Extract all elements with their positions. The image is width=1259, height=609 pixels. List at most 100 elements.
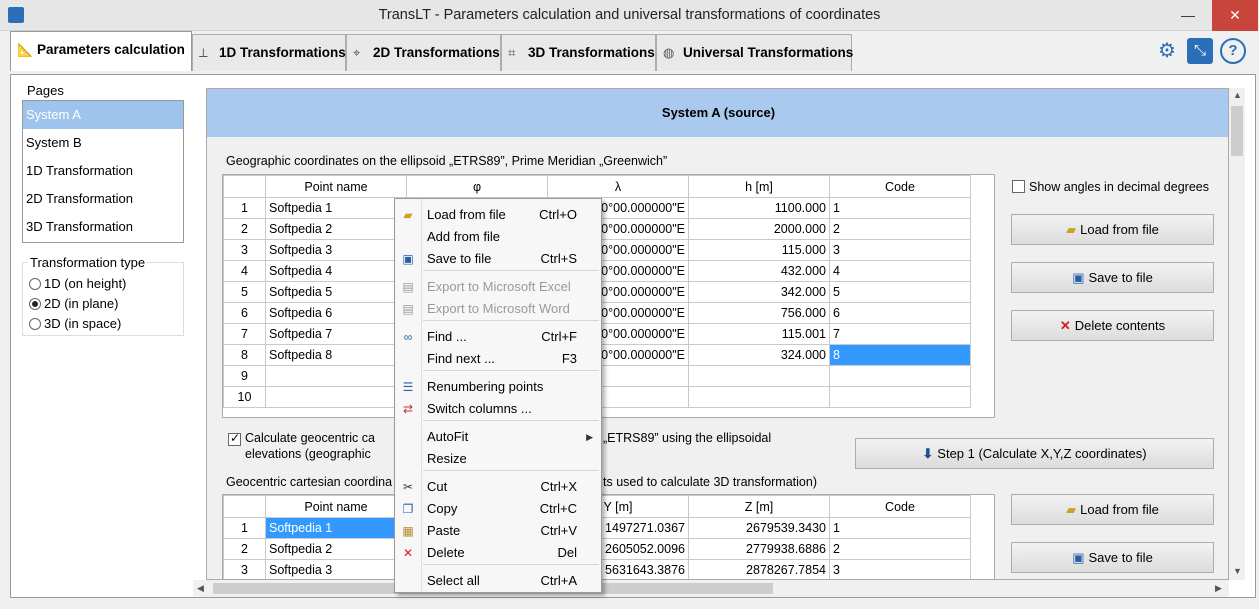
menu-item-select-all[interactable]: Select all Ctrl+A	[395, 570, 601, 592]
table-cell[interactable]: 8	[829, 344, 971, 366]
menu-item-load-from-file[interactable]: ▰ Load from file Ctrl+O	[395, 204, 601, 226]
table-cell[interactable]: 10	[223, 386, 266, 408]
radio-2d[interactable]: 2D (in plane)	[29, 296, 118, 311]
save-to-file-button[interactable]: ▣ Save to file	[1011, 262, 1214, 293]
table-cell[interactable]: 1	[829, 197, 971, 219]
table-cell[interactable]: 756.000	[688, 302, 830, 324]
table-cell[interactable]: 2	[829, 538, 971, 560]
table-cell[interactable]: Softpedia 1	[265, 197, 407, 219]
table-cell[interactable]: 2878267.7854	[688, 559, 830, 579]
radio-1d[interactable]: 1D (on height)	[29, 276, 126, 291]
table-cell[interactable]: 2679539.3430	[688, 517, 830, 539]
scroll-thumb[interactable]	[1231, 106, 1243, 156]
cartesian-grid[interactable]: Point name Y [m] Z [m] Code 1 Softpedia 1…	[222, 494, 995, 579]
gear-icon[interactable]: ⚙	[1153, 37, 1181, 65]
tab-parameters-calculation[interactable]: 📐 Parameters calculation	[10, 31, 192, 71]
menu-item-export-to-microsoft-word[interactable]: ▤ Export to Microsoft Word	[395, 298, 601, 320]
table-cell[interactable]: 7	[223, 323, 266, 345]
table-cell[interactable]: 4	[223, 260, 266, 282]
horizontal-scrollbar[interactable]: ◀ ▶	[193, 580, 1229, 597]
scroll-up-icon[interactable]: ▲	[1233, 90, 1242, 100]
scroll-left-icon[interactable]: ◀	[197, 583, 204, 594]
menu-item-switch-columns[interactable]: ⇄ Switch columns ...	[395, 398, 601, 420]
table-cell[interactable]: 6	[223, 302, 266, 324]
table-cell[interactable]: 3	[223, 559, 266, 579]
page-item-3d-transformation[interactable]: 3D Transformation	[23, 213, 183, 241]
table-cell[interactable]: 3	[829, 559, 971, 579]
delete-contents-button[interactable]: ✕ Delete contents	[1011, 310, 1214, 341]
table-cell[interactable]: 2000.000	[688, 218, 830, 240]
table-cell[interactable]: 5	[829, 281, 971, 303]
load-from-file-button-2[interactable]: ▰ Load from file	[1011, 494, 1214, 525]
table-cell[interactable]: 6	[829, 302, 971, 324]
menu-item-renumbering-points[interactable]: ☰ Renumbering points	[395, 376, 601, 398]
close-button[interactable]: ✕	[1212, 0, 1258, 31]
table-cell[interactable]: Softpedia 3	[265, 239, 407, 261]
table-cell[interactable]: 115.001	[688, 323, 830, 345]
table-cell[interactable]: 8	[223, 344, 266, 366]
radio-3d[interactable]: 3D (in space)	[29, 316, 121, 331]
calc-geocentric-checkbox[interactable]: Calculate geocentric ca	[228, 431, 375, 446]
table-cell[interactable]: 324.000	[688, 344, 830, 366]
tab-1d-transformations[interactable]: ⟂ 1D Transformations	[192, 34, 346, 71]
table-cell[interactable]: Softpedia 6	[265, 302, 407, 324]
table-cell[interactable]: 342.000	[688, 281, 830, 303]
menu-item-cut[interactable]: ✂ Cut Ctrl+X	[395, 476, 601, 498]
table-cell[interactable]: 7	[829, 323, 971, 345]
table-cell[interactable]: 3	[829, 239, 971, 261]
minimize-button[interactable]: —	[1165, 0, 1211, 31]
table-cell[interactable]: Softpedia 4	[265, 260, 407, 282]
pages-list[interactable]: System A System B 1D Transformation 2D T…	[22, 100, 184, 243]
menu-item-paste[interactable]: ▦ Paste Ctrl+V	[395, 520, 601, 542]
table-cell[interactable]: Softpedia 5	[265, 281, 407, 303]
table-cell[interactable]	[688, 386, 830, 408]
geographic-grid[interactable]: Point name φ λ h [m] Code 1 Softpedia 1 00…	[222, 174, 995, 418]
tab-universal-transformations[interactable]: ◍ Universal Transformations	[656, 34, 853, 71]
table-cell[interactable]	[829, 386, 971, 408]
table-cell[interactable]	[265, 365, 407, 387]
table-cell[interactable]: 2	[223, 538, 266, 560]
table-cell[interactable]: 3	[223, 239, 266, 261]
table-cell[interactable]: 1	[223, 517, 266, 539]
table-cell[interactable]: Softpedia 8	[265, 344, 407, 366]
table-cell[interactable]: Softpedia 7	[265, 323, 407, 345]
table-cell[interactable]	[829, 365, 971, 387]
menu-item-save-to-file[interactable]: ▣ Save to file Ctrl+S	[395, 248, 601, 270]
tab-3d-transformations[interactable]: ⌗ 3D Transformations	[501, 34, 656, 71]
help-icon[interactable]: ?	[1220, 38, 1246, 64]
menu-item-find[interactable]: ∞ Find ... Ctrl+F	[395, 326, 601, 348]
page-item-system-a[interactable]: System A	[23, 101, 183, 129]
table-cell[interactable]: 1100.000	[688, 197, 830, 219]
save-to-file-button-2[interactable]: ▣ Save to file	[1011, 542, 1214, 573]
tab-2d-transformations[interactable]: ⌖ 2D Transformations	[346, 34, 501, 71]
vertical-scrollbar[interactable]: ▲ ▼	[1229, 88, 1245, 580]
table-cell[interactable]: Softpedia 3	[265, 559, 407, 579]
table-cell[interactable]: Softpedia 2	[265, 218, 407, 240]
table-cell[interactable]: 2779938.6886	[688, 538, 830, 560]
pdf-icon[interactable]: ⤡	[1187, 38, 1213, 64]
load-from-file-button[interactable]: ▰ Load from file	[1011, 214, 1214, 245]
table-cell[interactable]: 432.000	[688, 260, 830, 282]
menu-item-add-from-file[interactable]: Add from file	[395, 226, 601, 248]
table-cell[interactable]: 2	[829, 218, 971, 240]
menu-item-copy[interactable]: ❐ Copy Ctrl+C	[395, 498, 601, 520]
menu-item-autofit[interactable]: AutoFit ▶	[395, 426, 601, 448]
menu-item-resize[interactable]: Resize	[395, 448, 601, 470]
show-decimal-checkbox[interactable]: Show angles in decimal degrees	[1012, 180, 1209, 194]
table-cell[interactable]: 5	[223, 281, 266, 303]
menu-item-delete[interactable]: ✕ Delete Del	[395, 542, 601, 564]
page-item-system-b[interactable]: System B	[23, 129, 183, 157]
table-cell[interactable]	[265, 386, 407, 408]
table-cell[interactable]: Softpedia 1	[265, 517, 407, 539]
table-cell[interactable]: 4	[829, 260, 971, 282]
scroll-down-icon[interactable]: ▼	[1233, 566, 1242, 576]
page-item-1d-transformation[interactable]: 1D Transformation	[23, 157, 183, 185]
menu-item-export-to-microsoft-excel[interactable]: ▤ Export to Microsoft Excel	[395, 276, 601, 298]
table-cell[interactable]: 1	[223, 197, 266, 219]
table-cell[interactable]: 9	[223, 365, 266, 387]
table-cell[interactable]: 1	[829, 517, 971, 539]
table-cell[interactable]: 2	[223, 218, 266, 240]
table-cell[interactable]: 115.000	[688, 239, 830, 261]
table-cell[interactable]	[688, 365, 830, 387]
step-1-button[interactable]: ⬇ Step 1 (Calculate X,Y,Z coordinates)	[855, 438, 1214, 469]
